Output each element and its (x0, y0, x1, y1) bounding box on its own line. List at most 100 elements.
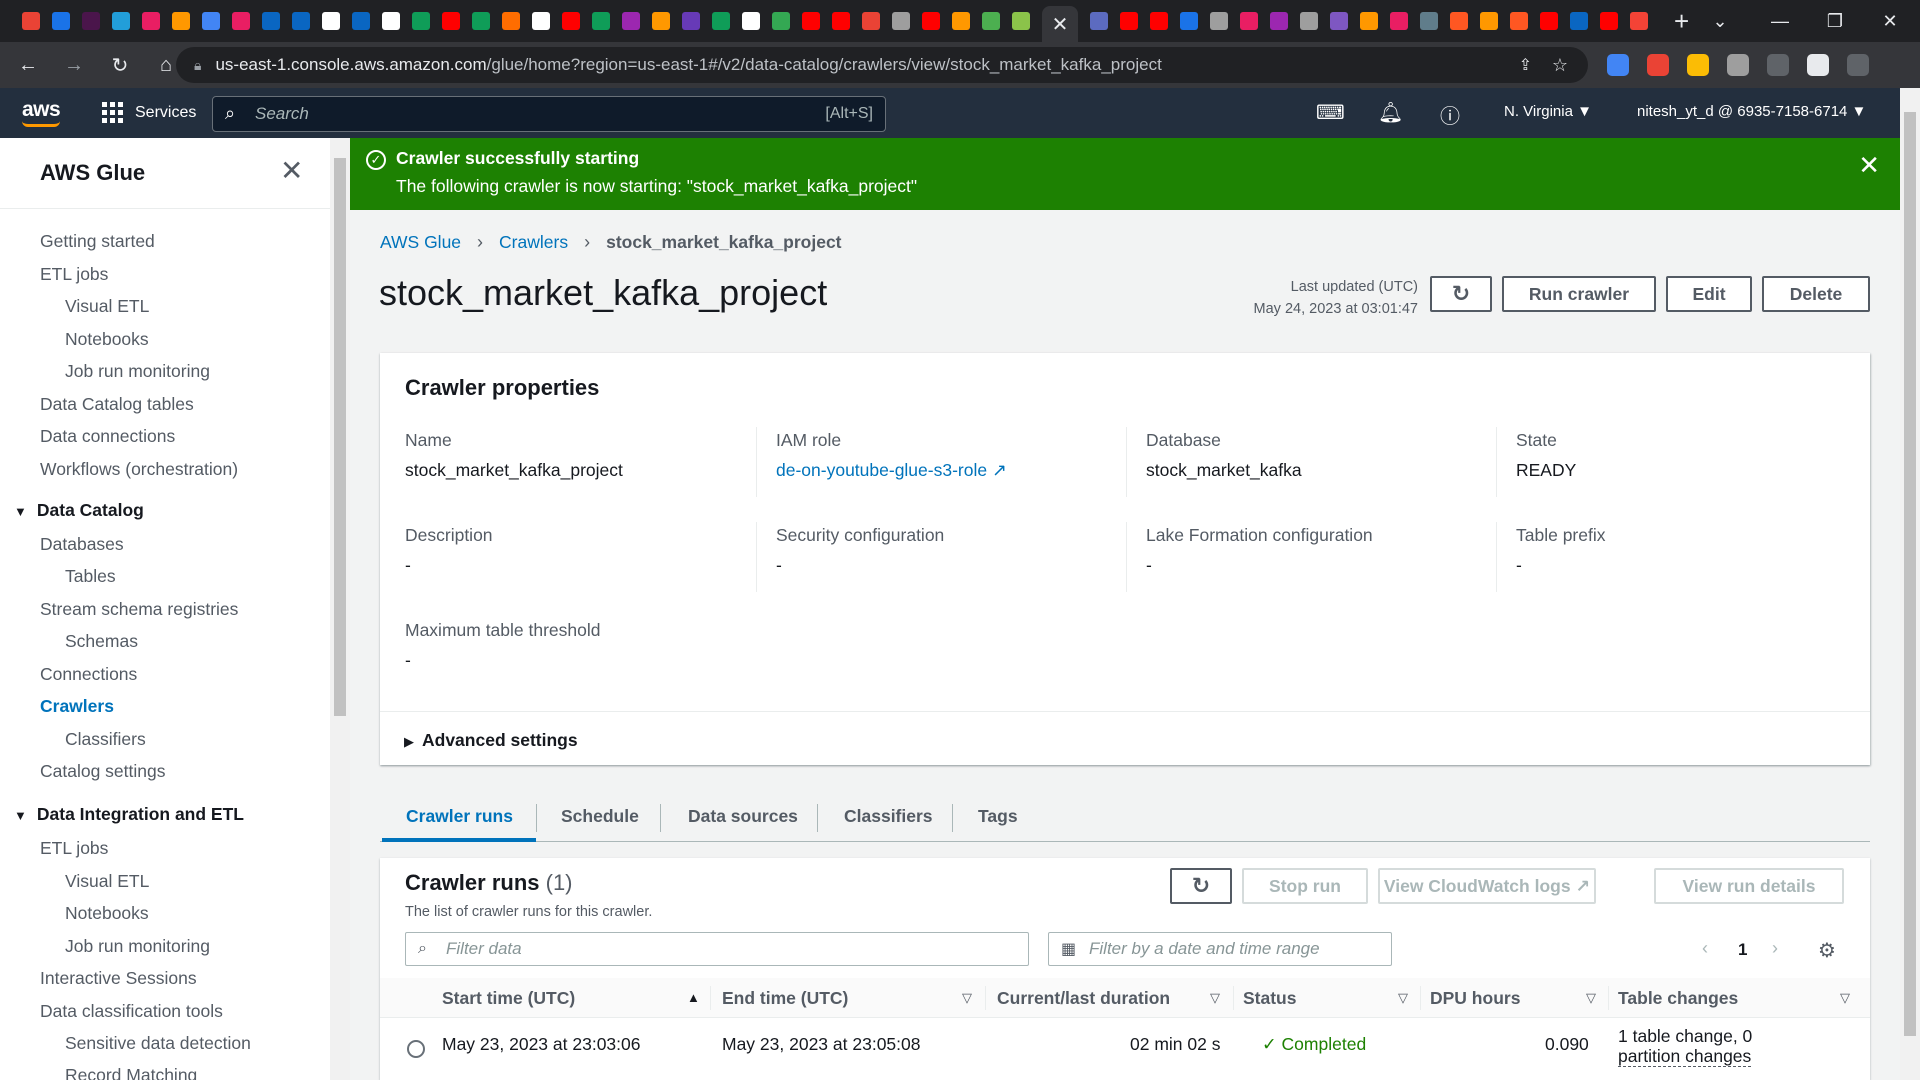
browser-tab-favicon[interactable] (892, 12, 910, 30)
extension-icon[interactable] (1647, 54, 1669, 76)
browser-tab-favicon[interactable] (1330, 12, 1348, 30)
sort-icon[interactable]: ▽ (1398, 990, 1408, 1006)
browser-tab-favicon[interactable] (22, 12, 40, 30)
browser-tab-favicon[interactable] (232, 12, 250, 30)
sidebar-item-tables[interactable]: Tables (65, 566, 116, 587)
browser-tab-favicon[interactable] (982, 12, 1000, 30)
sidebar-item-getting-started[interactable]: Getting started (40, 231, 155, 252)
browser-tab-favicon[interactable] (502, 12, 520, 30)
extension-icon[interactable] (1767, 54, 1789, 76)
sidebar-item-crawlers[interactable]: Crawlers (40, 696, 114, 717)
sidebar-section-data-catalog[interactable]: ▼ Data Catalog (14, 500, 144, 521)
browser-tab-favicon[interactable] (1480, 12, 1498, 30)
share-icon[interactable]: ⇪ (1519, 55, 1532, 75)
view-run-details-button[interactable]: View run details (1654, 868, 1844, 904)
browser-tab-favicon[interactable] (802, 12, 820, 30)
sidebar-item-record-matching[interactable]: Record Matching (65, 1065, 197, 1080)
sidebar-item-visual-etl-2[interactable]: Visual ETL (65, 871, 149, 892)
table-settings-gear-icon[interactable]: ⚙ (1818, 938, 1836, 963)
sidebar-item-connections[interactable]: Connections (40, 664, 137, 685)
close-sidebar-icon[interactable]: ✕ (280, 154, 303, 187)
browser-tab-favicon[interactable] (592, 12, 610, 30)
sidebar-item-interactive-sessions[interactable]: Interactive Sessions (40, 968, 197, 989)
sidebar-item-schemas[interactable]: Schemas (65, 631, 138, 652)
browser-tab-favicon[interactable] (1210, 12, 1228, 30)
browser-tab-favicon[interactable] (742, 12, 760, 30)
col-table-changes[interactable]: Table changes (1618, 988, 1738, 1009)
next-page-icon[interactable]: › (1772, 938, 1778, 959)
console-search-input[interactable]: ⌕ Search [Alt+S] (212, 96, 886, 132)
sidebar-item-job-run-monitoring-2[interactable]: Job run monitoring (65, 936, 210, 957)
page-scrollbar[interactable] (1900, 88, 1920, 1080)
browser-tab-favicon[interactable] (1090, 12, 1108, 30)
browser-tab-favicon[interactable] (52, 12, 70, 30)
browser-tab-favicon[interactable] (1420, 12, 1438, 30)
browser-tab-favicon[interactable] (712, 12, 730, 30)
sidebar-item-etl-jobs-2[interactable]: ETL jobs (40, 838, 108, 859)
sidebar-item-data-classification-tools[interactable]: Data classification tools (40, 1001, 223, 1022)
filter-data-input[interactable]: ⌕ Filter data (405, 932, 1029, 966)
sidebar-item-etl-jobs[interactable]: ETL jobs (40, 264, 108, 285)
date-range-filter[interactable]: ▦ Filter by a date and time range (1048, 932, 1392, 966)
dismiss-flash-icon[interactable]: ✕ (1858, 150, 1880, 181)
cloudshell-icon[interactable]: ⌨ (1316, 100, 1345, 125)
browser-tab-favicon[interactable] (292, 12, 310, 30)
prev-page-icon[interactable]: ‹ (1702, 938, 1708, 959)
sidebar-item-data-connections[interactable]: Data connections (40, 426, 175, 447)
reload-icon[interactable]: ↻ (100, 45, 140, 85)
sidebar-item-job-run-monitoring[interactable]: Job run monitoring (65, 361, 210, 382)
browser-tab-favicon[interactable] (1510, 12, 1528, 30)
account-menu[interactable]: nitesh_yt_d @ 6935-7158-6714 ▼ (1637, 103, 1866, 120)
browser-tab-favicon[interactable] (562, 12, 580, 30)
row-select-radio[interactable] (407, 1040, 425, 1058)
extension-icon[interactable] (1687, 54, 1709, 76)
breadcrumb-aws-glue[interactable]: AWS Glue (380, 232, 461, 253)
browser-tab-favicon[interactable] (862, 12, 880, 30)
notifications-bell-icon[interactable]: 🔔︎ (1378, 100, 1403, 125)
sidebar-item-notebooks[interactable]: Notebooks (65, 329, 149, 350)
extension-icon[interactable] (1807, 54, 1829, 76)
browser-tab-favicon[interactable] (202, 12, 220, 30)
col-duration[interactable]: Current/last duration (997, 988, 1170, 1009)
browser-tab-favicon[interactable] (922, 12, 940, 30)
restore-icon[interactable]: ❐ (1805, 0, 1865, 42)
browser-tab-favicon[interactable] (532, 12, 550, 30)
sidebar-item-classifiers[interactable]: Classifiers (65, 729, 146, 750)
browser-tab-favicon[interactable] (1600, 12, 1618, 30)
sort-icon[interactable]: ▽ (1210, 990, 1220, 1006)
browser-tab-favicon[interactable] (82, 12, 100, 30)
browser-tab-favicon[interactable] (472, 12, 490, 30)
region-selector[interactable]: N. Virginia ▼ (1504, 103, 1592, 120)
browser-tab-favicon[interactable] (1240, 12, 1258, 30)
browser-tab-favicon[interactable] (322, 12, 340, 30)
browser-tab-favicon[interactable] (1630, 12, 1648, 30)
browser-tab-favicon[interactable] (1390, 12, 1408, 30)
active-tab-close-icon[interactable]: ✕ (1042, 6, 1078, 42)
browser-tab-favicon[interactable] (1450, 12, 1468, 30)
browser-tab-favicon[interactable] (1012, 12, 1030, 30)
browser-tab-favicon[interactable] (352, 12, 370, 30)
forward-icon[interactable]: → (54, 45, 94, 85)
stop-run-button[interactable]: Stop run (1242, 868, 1368, 904)
browser-tab-favicon[interactable] (1150, 12, 1168, 30)
browser-tab-favicon[interactable] (682, 12, 700, 30)
cell-table-changes[interactable]: 1 table change, 0 partition changes (1618, 1026, 1752, 1067)
sidebar-item-stream-schema-registries[interactable]: Stream schema registries (40, 599, 238, 620)
browser-tab-favicon[interactable] (112, 12, 130, 30)
browser-tab-favicon[interactable] (262, 12, 280, 30)
close-window-icon[interactable]: ✕ (1860, 0, 1920, 42)
sidebar-item-databases[interactable]: Databases (40, 534, 124, 555)
tab-search-icon[interactable]: ⌄ (1690, 0, 1750, 42)
sidebar-item-catalog-settings[interactable]: Catalog settings (40, 761, 166, 782)
edit-button[interactable]: Edit (1666, 276, 1752, 312)
col-end-time[interactable]: End time (UTC) (722, 988, 848, 1009)
browser-tab-favicon[interactable] (382, 12, 400, 30)
browser-tab-favicon[interactable] (772, 12, 790, 30)
browser-tab-favicon[interactable] (1360, 12, 1378, 30)
aws-logo[interactable]: aws (22, 98, 61, 127)
browser-tab-favicon[interactable] (1270, 12, 1288, 30)
sidebar-scrollbar[interactable] (330, 138, 350, 1080)
browser-tab-favicon[interactable] (952, 12, 970, 30)
sidebar-item-workflows[interactable]: Workflows (orchestration) (40, 459, 238, 480)
address-bar[interactable]: 🔒︎ us-east-1.console.aws.amazon.com/glue… (176, 47, 1588, 83)
